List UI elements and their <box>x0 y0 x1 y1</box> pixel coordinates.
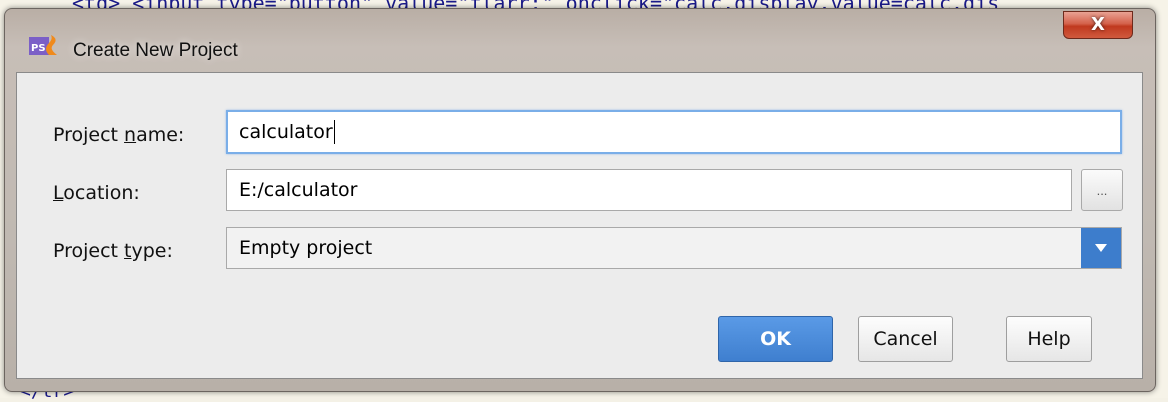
project-type-select[interactable]: Empty project <box>226 227 1122 269</box>
chevron-down-icon[interactable] <box>1081 228 1121 268</box>
project-type-label: Project type: <box>53 240 173 262</box>
create-project-dialog: PS Create New Project X Project name: ca… <box>4 8 1156 392</box>
ellipsis-icon: ... <box>1096 182 1108 198</box>
close-button[interactable]: X <box>1063 11 1133 39</box>
dialog-title: Create New Project <box>73 40 238 61</box>
text-caret <box>333 120 335 144</box>
dialog-content: Project name: calculator Location: E:/ca… <box>16 72 1143 379</box>
cancel-button[interactable]: Cancel <box>858 316 953 362</box>
ok-button[interactable]: OK <box>718 316 833 362</box>
help-button[interactable]: Help <box>1006 316 1092 362</box>
project-type-value: Empty project <box>239 237 373 259</box>
location-label: Location: <box>53 182 140 204</box>
location-input[interactable]: E:/calculator <box>226 169 1072 211</box>
location-value: E:/calculator <box>239 179 358 201</box>
browse-button[interactable]: ... <box>1081 169 1123 211</box>
phpstorm-icon: PS <box>29 35 57 55</box>
title-bar[interactable]: PS Create New Project X <box>5 9 1155 63</box>
project-name-input[interactable]: calculator <box>226 110 1122 154</box>
project-name-value: calculator <box>239 121 333 143</box>
svg-text:PS: PS <box>31 43 46 54</box>
close-icon: X <box>1091 14 1105 35</box>
project-name-label: Project name: <box>53 124 185 146</box>
